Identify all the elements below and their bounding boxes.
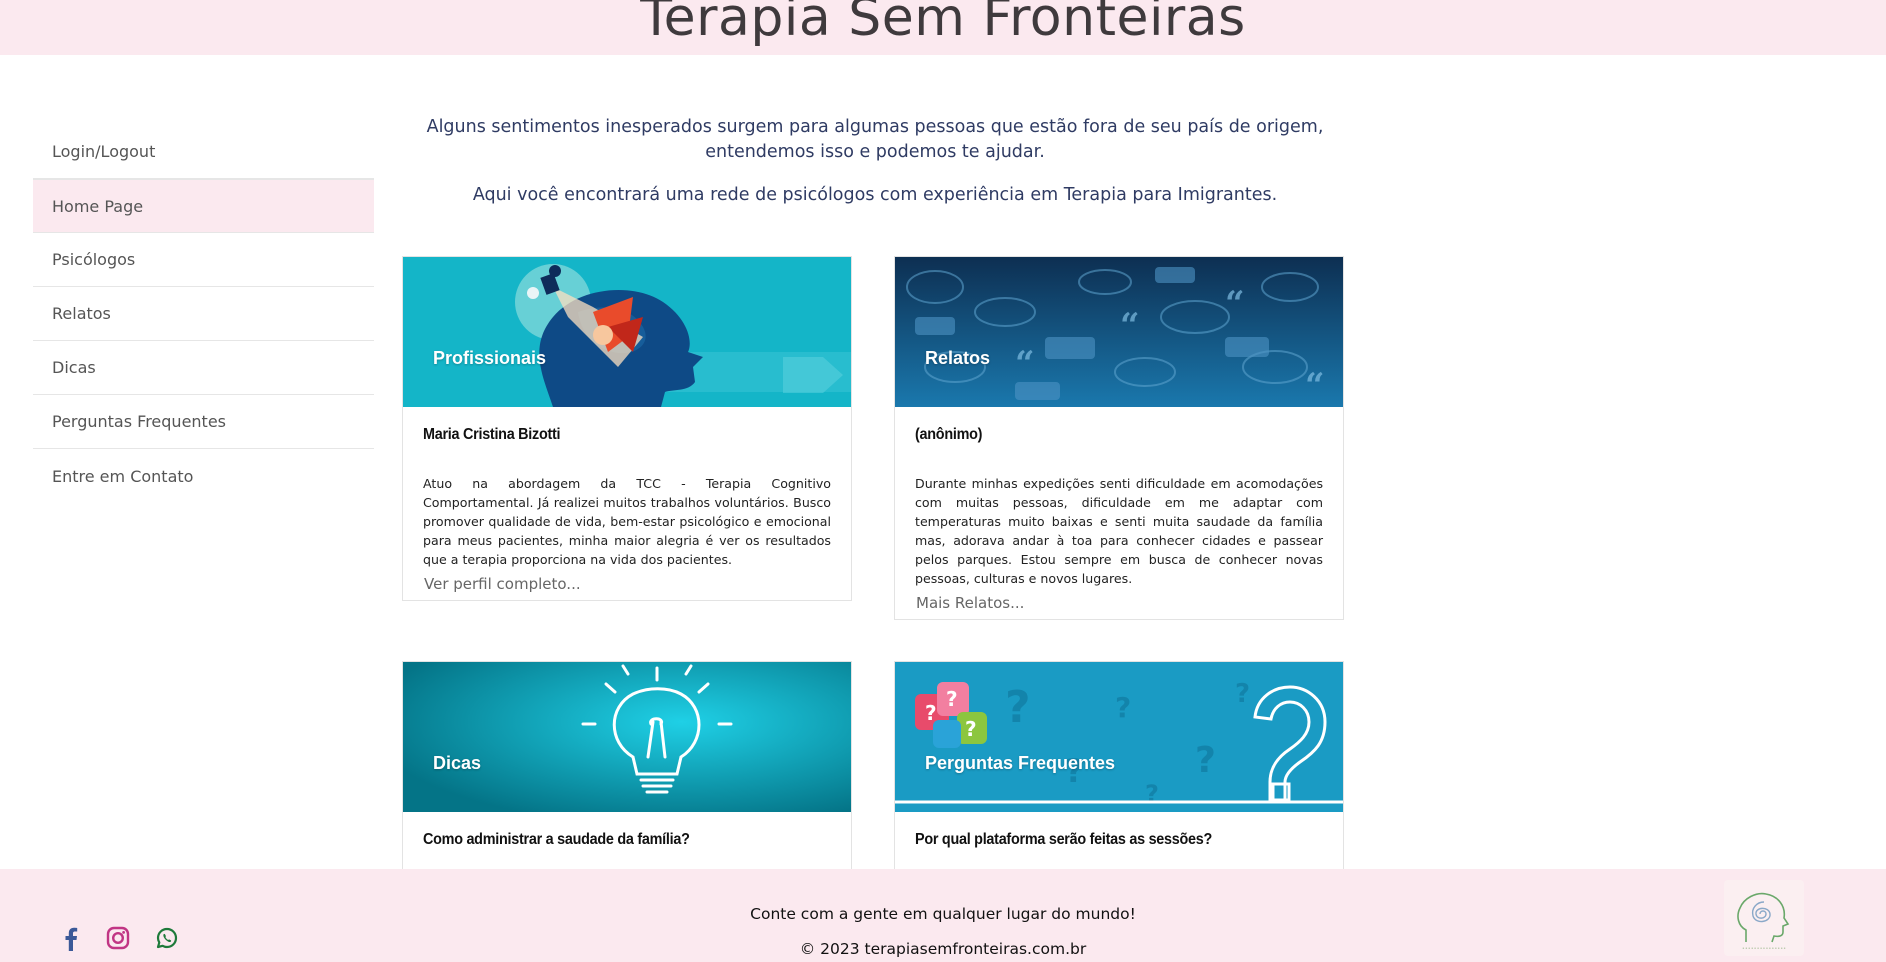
svg-text:•••••••••••••••: ••••••••••••••• (1742, 946, 1786, 952)
card-tag-relatos: Relatos (925, 348, 991, 368)
svg-text:“: “ (1305, 366, 1325, 406)
card-title-pergunta: Por qual plataforma serão feitas as sess… (915, 831, 1213, 848)
svg-text:?: ? (1115, 691, 1131, 724)
facebook-icon[interactable] (60, 925, 82, 951)
card-image-profissionais[interactable]: Profissionais (403, 257, 851, 407)
card-text-relato: Durante minhas expedições senti dificuld… (915, 476, 1323, 586)
speech-bubbles-icon: “ “ “ “ (895, 257, 1343, 407)
svg-text:“: “ (1225, 284, 1245, 324)
sidebar-nav: Login/Logout Home Page Psicólogos Relato… (33, 125, 374, 503)
intro-text-2: Aqui você encontrará uma rede de psicólo… (472, 185, 1278, 205)
sidebar-item-dicas[interactable]: Dicas (33, 341, 374, 395)
card-tag-perguntas: Perguntas Frequentes (925, 753, 1116, 773)
sidebar-item-relatos[interactable]: Relatos (33, 287, 374, 341)
card-image-relatos[interactable]: “ “ “ “ Relatos (895, 257, 1343, 407)
whatsapp-icon[interactable] (154, 925, 180, 951)
ver-perfil-link[interactable]: Ver perfil completo... (423, 575, 831, 593)
brain-spiral-logo-icon: ••••••••••••••• (1737, 892, 1790, 952)
svg-text:?: ? (1195, 740, 1216, 781)
svg-text:?: ? (1005, 682, 1031, 733)
card-title-profissional: Maria Cristina Bizotti (423, 426, 561, 443)
sidebar-item-login[interactable]: Login/Logout (33, 125, 374, 179)
footer-copyright: © 2023 terapiasemfronteiras.com.br (799, 940, 1087, 958)
footer-logo: ••••••••••••••• (1724, 880, 1804, 956)
card-dicas: Dicas Como administrar a saudade da famí… (402, 661, 852, 871)
svg-text:?: ? (946, 687, 958, 711)
head-illustration-icon (403, 257, 851, 407)
svg-text:?: ? (965, 717, 977, 741)
card-tag-dicas: Dicas (433, 753, 482, 773)
card-title-relato: (anônimo) (915, 426, 983, 443)
lightbulb-icon (403, 662, 851, 812)
card-image-dicas[interactable]: Dicas (403, 662, 851, 812)
svg-text:?: ? (1235, 679, 1250, 709)
card-profissionais: Profissionais Maria Cristina Bizotti Atu… (402, 256, 852, 601)
svg-text:“: “ (1120, 306, 1140, 346)
svg-text:?: ? (925, 701, 937, 725)
question-marks-icon: ? ? ? ? ? ? ? ? ? (895, 662, 1343, 812)
card-tag-profissionais: Profissionais (433, 348, 547, 368)
footer-tagline: Conte com a gente em qualquer lugar do m… (750, 905, 1136, 923)
instagram-icon[interactable] (105, 925, 131, 951)
intro-section: Alguns sentimentos inesperados surgem pa… (400, 115, 1350, 226)
card-title-dica: Como administrar a saudade da família? (423, 831, 690, 848)
card-relatos: “ “ “ “ Relatos (anônimo) Durante minhas… (894, 256, 1344, 620)
svg-text:?: ? (1145, 780, 1159, 808)
card-text-profissional: Atuo na abordagem da TCC - Terapia Cogni… (423, 476, 831, 567)
site-title: Terapia Sem Fronteiras (640, 0, 1246, 48)
sidebar-item-contato[interactable]: Entre em Contato (33, 449, 374, 503)
sidebar-item-psicologos[interactable]: Psicólogos (33, 233, 374, 287)
card-image-perguntas[interactable]: ? ? ? ? ? ? ? ? ? Perguntas Frequentes (895, 662, 1343, 812)
card-perguntas: ? ? ? ? ? ? ? ? ? Perguntas Frequentes P… (894, 661, 1344, 871)
sidebar-item-perguntas[interactable]: Perguntas Frequentes (33, 395, 374, 449)
svg-text:“: “ (1015, 344, 1035, 384)
site-header: Terapia Sem Fronteiras (0, 0, 1886, 55)
sidebar-item-home[interactable]: Home Page (33, 179, 374, 233)
mais-relatos-link[interactable]: Mais Relatos... (915, 594, 1323, 612)
intro-text-1: Alguns sentimentos inesperados surgem pa… (426, 117, 1324, 162)
